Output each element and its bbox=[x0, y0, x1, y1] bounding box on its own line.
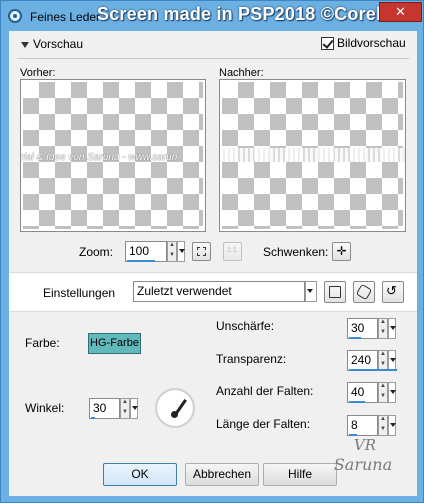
preview-toggle[interactable]: Vorschau bbox=[21, 37, 83, 51]
zoom-fit-icon bbox=[197, 247, 206, 256]
folds-count-label: Anzahl der Falten: bbox=[216, 384, 314, 398]
dice-icon bbox=[355, 283, 373, 301]
blur-label: Unschärfe: bbox=[216, 319, 275, 333]
angle-dropdown[interactable] bbox=[130, 398, 138, 419]
angle-spinner[interactable]: ▲ ▼ bbox=[120, 398, 130, 419]
signature-name: Saruna bbox=[333, 455, 393, 474]
folds-length-spinner[interactable]: ▲ ▼ bbox=[378, 415, 388, 436]
zoom-dropdown[interactable] bbox=[177, 241, 185, 262]
folds-count-dropdown[interactable] bbox=[388, 382, 396, 403]
preview-toggle-label: Vorschau bbox=[33, 37, 84, 51]
actual-size-button[interactable]: 1:1 bbox=[223, 242, 242, 261]
window-title: Feines Leder bbox=[30, 10, 101, 24]
show-preview-label: Bildvorschau bbox=[337, 36, 406, 50]
zoom-input[interactable]: 100 bbox=[125, 241, 167, 262]
folds-length-input[interactable]: 8 bbox=[347, 415, 378, 436]
screenshot-watermark: Screen made in PSP2018 ©Corel bbox=[97, 4, 382, 24]
transparency-level-bar bbox=[349, 369, 397, 371]
transparency-spinner[interactable]: ▲ ▼ bbox=[378, 350, 388, 371]
dialog-body: Vorschau Bildvorschau Vorher: Nachher: e… bbox=[9, 31, 417, 496]
randomize-button[interactable] bbox=[353, 281, 375, 303]
color-label: Farbe: bbox=[25, 336, 60, 350]
preset-select[interactable]: Zuletzt verwendet bbox=[133, 281, 305, 302]
settings-panel: Einstellungen Zuletzt verwendet ↺ bbox=[9, 272, 417, 312]
pan-label: Schwenken: bbox=[263, 245, 329, 259]
dial-center-icon bbox=[171, 411, 178, 418]
save-icon bbox=[329, 286, 341, 298]
transparency-label: Transparenz: bbox=[216, 352, 287, 366]
blur-dropdown[interactable] bbox=[388, 318, 396, 339]
folds-count-spinner[interactable]: ▲ ▼ bbox=[378, 382, 388, 403]
title-bar[interactable]: Feines Leder Screen made in PSP2018 ©Cor… bbox=[1, 1, 424, 31]
color-swatch[interactable]: HG-Farbe bbox=[88, 333, 141, 354]
zoom-label: Zoom: bbox=[79, 245, 114, 259]
pan-button[interactable]: ✛ bbox=[332, 242, 351, 261]
angle-input[interactable]: 30 bbox=[89, 398, 120, 419]
signature-initials: VR bbox=[353, 436, 377, 454]
before-label: Vorher: bbox=[20, 67, 56, 79]
angle-level-bar bbox=[91, 417, 95, 419]
settings-label: Einstellungen bbox=[43, 286, 116, 300]
preset-dropdown[interactable] bbox=[305, 281, 317, 302]
chevron-down-icon bbox=[21, 41, 29, 48]
folds-count-level-bar bbox=[349, 401, 365, 403]
folds-count-input[interactable]: 40 bbox=[347, 382, 378, 403]
show-preview-checkbox[interactable]: Bildvorschau bbox=[321, 36, 406, 51]
blur-input[interactable]: 30 bbox=[347, 318, 378, 339]
reset-button[interactable]: ↺ bbox=[382, 281, 404, 303]
transparency-dropdown[interactable] bbox=[388, 350, 396, 371]
transparency-input[interactable]: 240 bbox=[347, 350, 378, 371]
dialog-window: Feines Leder Screen made in PSP2018 ©Cor… bbox=[0, 0, 424, 503]
blur-spinner[interactable]: ▲ ▼ bbox=[378, 318, 388, 339]
leather-effect-streak bbox=[220, 148, 405, 162]
divider bbox=[17, 58, 409, 59]
zoom-spinner[interactable]: ▲ ▼ bbox=[167, 241, 177, 262]
zoom-level-bar bbox=[127, 260, 155, 262]
save-preset-button[interactable] bbox=[324, 281, 346, 303]
close-button[interactable]: ✕ bbox=[379, 2, 422, 22]
reset-icon: ↺ bbox=[386, 283, 397, 298]
app-icon bbox=[8, 9, 22, 23]
folds-length-label: Länge der Falten: bbox=[216, 417, 311, 431]
move-icon: ✛ bbox=[336, 244, 347, 258]
cancel-button[interactable]: Abbrechen bbox=[185, 463, 259, 486]
folds-length-dropdown[interactable] bbox=[388, 415, 396, 436]
after-label: Nachher: bbox=[219, 67, 264, 79]
after-preview[interactable] bbox=[219, 79, 406, 232]
before-overlay-text: erial & Idee von Saruna - www.sarun bbox=[20, 152, 178, 163]
angle-dial[interactable] bbox=[156, 389, 194, 427]
angle-label: Winkel: bbox=[25, 401, 65, 415]
ok-button[interactable]: OK bbox=[103, 463, 177, 486]
blur-level-bar bbox=[349, 337, 361, 339]
actual-size-icon: 1:1 bbox=[227, 247, 237, 254]
before-preview[interactable]: erial & Idee von Saruna - www.sarun bbox=[20, 79, 206, 232]
checkbox-checked-icon[interactable] bbox=[321, 37, 334, 51]
zoom-fit-button[interactable] bbox=[192, 242, 211, 261]
